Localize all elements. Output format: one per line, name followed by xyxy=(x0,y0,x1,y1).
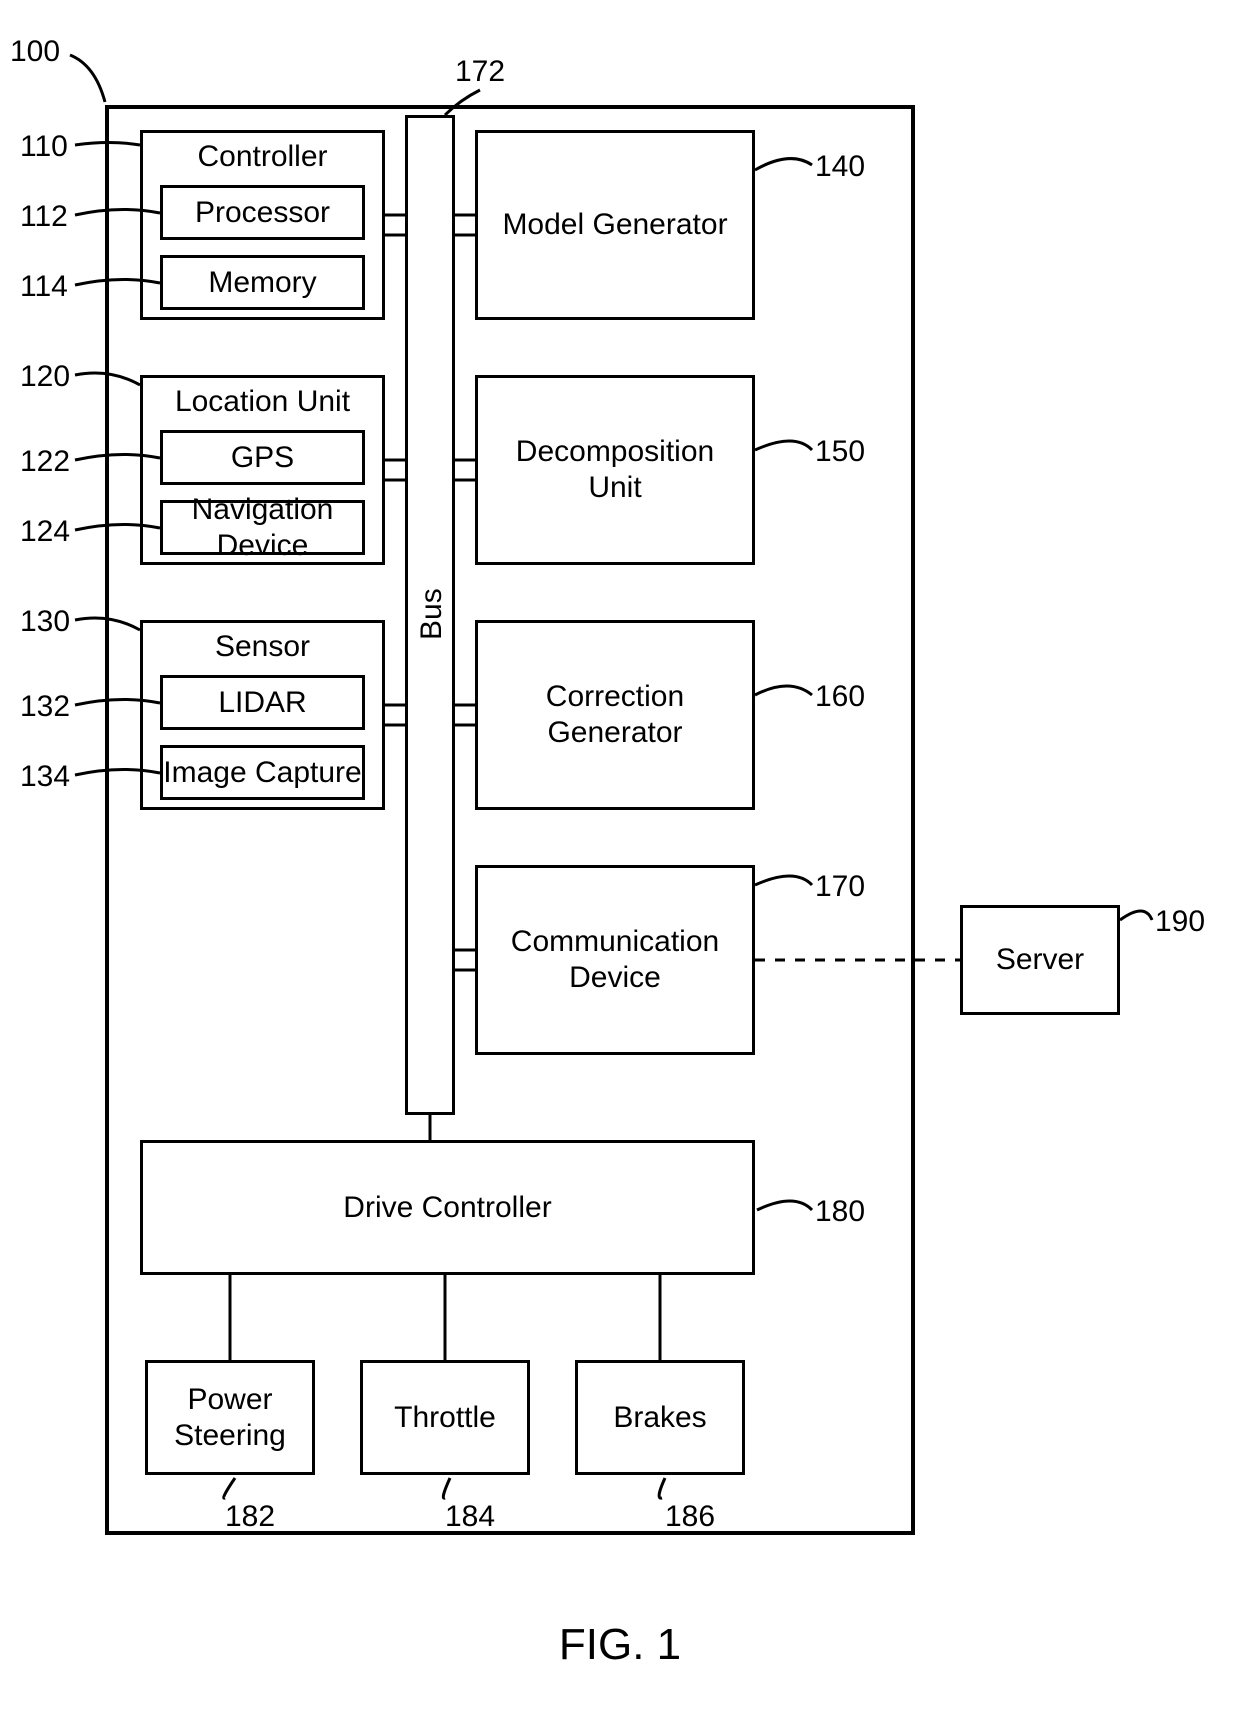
ref-172: 172 xyxy=(455,55,505,89)
decomposition-unit-box: Decomposition Unit xyxy=(475,375,755,565)
decomposition-unit-label: Decomposition Unit xyxy=(516,434,714,506)
ref-110: 110 xyxy=(20,130,68,164)
ref-124: 124 xyxy=(20,515,70,549)
ref-114: 114 xyxy=(20,270,68,304)
ref-170: 170 xyxy=(815,870,865,904)
location-unit-title: Location Unit xyxy=(143,384,382,420)
processor-box: Processor xyxy=(160,185,365,240)
navigation-box: Navigation Device xyxy=(160,500,365,555)
lidar-box: LIDAR xyxy=(160,675,365,730)
sensor-title: Sensor xyxy=(143,629,382,665)
ref-134: 134 xyxy=(20,760,70,794)
ref-150: 150 xyxy=(815,435,865,469)
brakes-label: Brakes xyxy=(613,1400,706,1436)
ref-160: 160 xyxy=(815,680,865,714)
power-steering-label: Power Steering xyxy=(174,1382,286,1454)
throttle-box: Throttle xyxy=(360,1360,530,1475)
bus-label: Bus xyxy=(415,588,449,640)
ref-130: 130 xyxy=(20,605,70,639)
correction-generator-label: Correction Generator xyxy=(546,679,684,751)
lidar-label: LIDAR xyxy=(218,685,306,721)
drive-controller-box: Drive Controller xyxy=(140,1140,755,1275)
ref-112: 112 xyxy=(20,200,68,234)
ref-184: 184 xyxy=(445,1500,495,1534)
model-generator-box: Model Generator xyxy=(475,130,755,320)
ref-132: 132 xyxy=(20,690,70,724)
communication-device-label: Communication Device xyxy=(511,924,719,996)
image-capture-label: Image Capture xyxy=(163,755,361,791)
ref-182: 182 xyxy=(225,1500,275,1534)
controller-title: Controller xyxy=(143,139,382,175)
drive-controller-label: Drive Controller xyxy=(343,1190,551,1226)
power-steering-box: Power Steering xyxy=(145,1360,315,1475)
ref-186: 186 xyxy=(665,1500,715,1534)
gps-box: GPS xyxy=(160,430,365,485)
diagram-canvas: Bus Controller Processor Memory Location… xyxy=(0,0,1240,1709)
throttle-label: Throttle xyxy=(394,1400,496,1436)
image-capture-box: Image Capture xyxy=(160,745,365,800)
ref-100: 100 xyxy=(10,35,60,69)
figure-label: FIG. 1 xyxy=(0,1620,1240,1670)
gps-label: GPS xyxy=(231,440,294,476)
model-generator-label: Model Generator xyxy=(502,207,727,243)
memory-box: Memory xyxy=(160,255,365,310)
ref-122: 122 xyxy=(20,445,70,479)
ref-190: 190 xyxy=(1155,905,1205,939)
brakes-box: Brakes xyxy=(575,1360,745,1475)
server-label: Server xyxy=(996,942,1084,978)
ref-120: 120 xyxy=(20,360,70,394)
processor-label: Processor xyxy=(195,195,330,231)
server-box: Server xyxy=(960,905,1120,1015)
correction-generator-box: Correction Generator xyxy=(475,620,755,810)
ref-180: 180 xyxy=(815,1195,865,1229)
communication-device-box: Communication Device xyxy=(475,865,755,1055)
memory-label: Memory xyxy=(208,265,316,301)
ref-140: 140 xyxy=(815,150,865,184)
navigation-label: Navigation Device xyxy=(163,492,362,564)
